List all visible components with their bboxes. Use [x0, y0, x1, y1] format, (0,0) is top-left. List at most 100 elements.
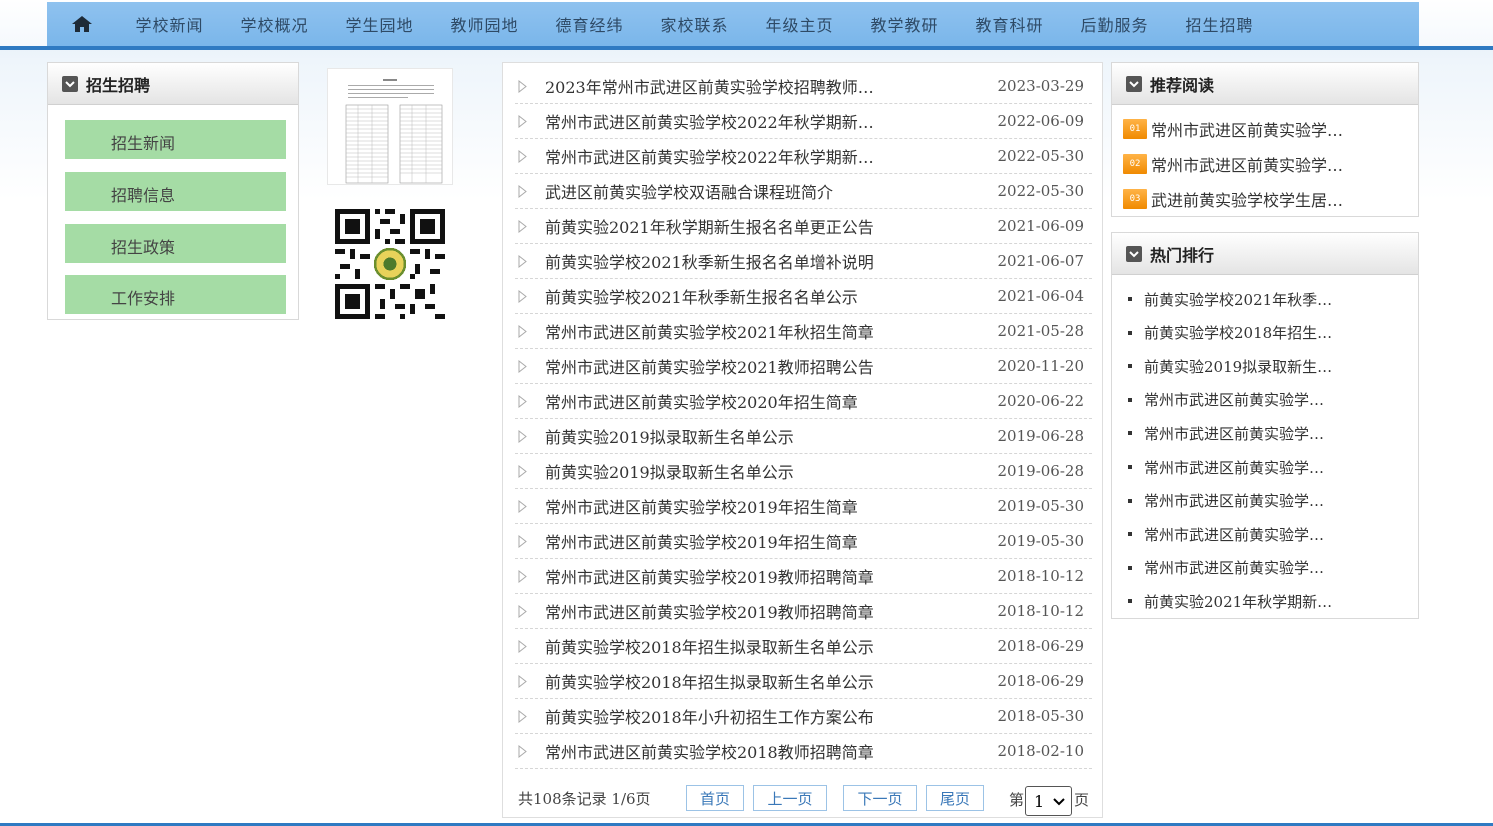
menu-item-recruitment-info[interactable]: 招聘信息	[65, 172, 286, 211]
article-row[interactable]: 前黄实验学校2021秋季新生报名名单增补说明 2021-06-07	[515, 244, 1092, 279]
article-title[interactable]: 前黄实验2019拟录取新生名单公示	[545, 424, 992, 448]
nav-item[interactable]: 学校概况	[222, 12, 327, 36]
bullet-icon	[1128, 565, 1132, 570]
article-date: 2022-05-30	[997, 182, 1084, 200]
hot-ranking-item[interactable]: 前黄实验学校2021年秋季…	[1128, 287, 1332, 311]
article-row[interactable]: 常州市武进区前黄实验学校2021教师招聘公告 2020-11-20	[515, 349, 1092, 384]
home-button[interactable]	[47, 2, 117, 46]
bullet-icon	[1128, 465, 1132, 469]
article-title[interactable]: 前黄实验学校2018年招生拟录取新生名单公示	[545, 669, 992, 693]
article-row[interactable]: 常州市武进区前黄实验学校2019年招生简章 2019-05-30	[515, 489, 1092, 524]
article-title[interactable]: 常州市武进区前黄实验学校2021年秋招生简章	[545, 319, 992, 343]
hot-ranking-item[interactable]: 常州市武进区前黄实验学…	[1128, 522, 1324, 546]
article-row[interactable]: 常州市武进区前黄实验学校2019教师招聘简章 2018-10-12	[515, 594, 1092, 629]
prev-page-button[interactable]: 上一页	[753, 785, 827, 811]
pagination-summary: 共108条记录 1/6页	[518, 789, 651, 808]
article-title[interactable]: 前黄实验2021年秋学期新生报名名单更正公告	[545, 214, 992, 238]
last-page-button[interactable]: 尾页	[926, 785, 984, 811]
article-row[interactable]: 常州市武进区前黄实验学校2022年秋学期新… 2022-06-09	[515, 104, 1092, 139]
menu-item-enrollment-policy[interactable]: 招生政策	[65, 224, 286, 263]
nav-item[interactable]: 教学教研	[852, 12, 957, 36]
checkbox-icon	[1126, 245, 1142, 262]
article-row[interactable]: 前黄实验学校2021年秋季新生报名名单公示 2021-06-04	[515, 279, 1092, 314]
menu-item-enrollment-news[interactable]: 招生新闻	[65, 120, 286, 159]
hot-ranking-text: 常州市武进区前黄实验学…	[1144, 492, 1325, 511]
rank-badge: 02	[1123, 154, 1147, 174]
article-title[interactable]: 前黄实验学校2021秋季新生报名名单增补说明	[545, 249, 992, 273]
hot-ranking-item[interactable]: 常州市武进区前黄实验学…	[1128, 388, 1324, 412]
triangle-right-icon	[515, 489, 545, 523]
triangle-right-icon	[515, 244, 545, 278]
article-title[interactable]: 前黄实验学校2021年秋季新生报名名单公示	[545, 284, 992, 308]
article-row[interactable]: 武进区前黄实验学校双语融合课程班简介 2022-05-30	[515, 174, 1092, 209]
document-thumbnail[interactable]	[327, 68, 453, 185]
recommend-item[interactable]: 02 常州市武进区前黄实验学…	[1123, 151, 1343, 177]
hot-ranking-item[interactable]: 常州市武进区前黄实验学…	[1128, 556, 1324, 580]
recommend-item[interactable]: 01 常州市武进区前黄实验学…	[1123, 116, 1343, 142]
rank-badge: 03	[1123, 189, 1147, 209]
menu-item-work-schedule[interactable]: 工作安排	[65, 275, 286, 314]
home-icon	[72, 16, 92, 32]
article-row[interactable]: 前黄实验学校2018年小升初招生工作方案公布 2018-05-30	[515, 699, 1092, 734]
article-title[interactable]: 常州市武进区前黄实验学校2021教师招聘公告	[545, 354, 992, 378]
article-date: 2021-06-04	[997, 287, 1084, 305]
article-title[interactable]: 常州市武进区前黄实验学校2018教师招聘简章	[545, 739, 992, 763]
article-row[interactable]: 前黄实验学校2018年招生拟录取新生名单公示 2018-06-29	[515, 629, 1092, 664]
page-select[interactable]: 1	[1025, 786, 1072, 816]
qr-code-image	[335, 209, 445, 319]
article-title[interactable]: 武进区前黄实验学校双语融合课程班简介	[545, 179, 992, 203]
checkbox-icon	[1126, 75, 1142, 92]
article-title[interactable]: 前黄实验学校2018年小升初招生工作方案公布	[545, 704, 992, 728]
triangle-right-icon	[515, 384, 545, 418]
nav-item[interactable]: 学校新闻	[117, 12, 222, 36]
article-row[interactable]: 2023年常州市武进区前黄实验学校招聘教师… 2023-03-29	[515, 69, 1092, 104]
article-title[interactable]: 常州市武进区前黄实验学校2019年招生简章	[545, 494, 992, 518]
hot-ranking-item[interactable]: 常州市武进区前黄实验学…	[1128, 455, 1324, 479]
checkbox-icon	[62, 75, 78, 92]
article-row[interactable]: 常州市武进区前黄实验学校2019年招生简章 2019-05-30	[515, 524, 1092, 559]
article-row[interactable]: 常州市武进区前黄实验学校2022年秋学期新… 2022-05-30	[515, 139, 1092, 174]
article-title[interactable]: 2023年常州市武进区前黄实验学校招聘教师…	[545, 74, 992, 98]
article-title[interactable]: 常州市武进区前黄实验学校2022年秋学期新…	[545, 144, 992, 168]
triangle-right-icon	[515, 174, 545, 208]
nav-item[interactable]: 年级主页	[747, 12, 852, 36]
nav-item[interactable]: 教育科研	[957, 12, 1062, 36]
article-row[interactable]: 前黄实验2019拟录取新生名单公示 2019-06-28	[515, 419, 1092, 454]
nav-item[interactable]: 学生园地	[327, 12, 432, 36]
article-row[interactable]: 常州市武进区前黄实验学校2021年秋招生简章 2021-05-28	[515, 314, 1092, 349]
article-title[interactable]: 常州市武进区前黄实验学校2019教师招聘简章	[545, 599, 992, 623]
triangle-right-icon	[515, 104, 545, 138]
nav-item[interactable]: 家校联系	[642, 12, 747, 36]
hot-ranking-item[interactable]: 常州市武进区前黄实验学…	[1128, 421, 1324, 445]
article-title[interactable]: 常州市武进区前黄实验学校2020年招生简章	[545, 389, 992, 413]
hot-ranking-item[interactable]: 前黄实验2021年秋学期新…	[1128, 589, 1332, 613]
article-row[interactable]: 常州市武进区前黄实验学校2019教师招聘简章 2018-10-12	[515, 559, 1092, 594]
nav-item[interactable]: 教师园地	[432, 12, 537, 36]
next-page-button[interactable]: 下一页	[843, 785, 917, 811]
hot-ranking-item[interactable]: 常州市武进区前黄实验学…	[1128, 489, 1324, 513]
bullet-icon	[1128, 532, 1132, 537]
page-prefix-label: 第	[1009, 791, 1025, 809]
nav-item[interactable]: 德育经纬	[537, 12, 642, 36]
first-page-button[interactable]: 首页	[686, 785, 744, 811]
article-row[interactable]: 常州市武进区前黄实验学校2018教师招聘简章 2018-02-10	[515, 734, 1092, 769]
triangle-right-icon	[515, 594, 545, 628]
article-date: 2018-06-29	[997, 637, 1084, 655]
article-row[interactable]: 前黄实验学校2018年招生拟录取新生名单公示 2018-06-29	[515, 664, 1092, 699]
nav-item[interactable]: 后勤服务	[1062, 12, 1167, 36]
hot-ranking-item[interactable]: 前黄实验2019拟录取新生…	[1128, 354, 1332, 378]
article-row[interactable]: 前黄实验2019拟录取新生名单公示 2019-06-28	[515, 454, 1092, 489]
article-row[interactable]: 前黄实验2021年秋学期新生报名名单更正公告 2021-06-09	[515, 209, 1092, 244]
recommend-item[interactable]: 03 武进前黄实验学校学生居…	[1123, 186, 1343, 212]
recommend-panel: 推荐阅读 01 常州市武进区前黄实验学… 02 常州市武进区前黄实验学… 03 …	[1111, 62, 1419, 217]
hot-ranking-item[interactable]: 前黄实验学校2018年招生…	[1128, 321, 1332, 345]
nav-item[interactable]: 招生招聘	[1167, 12, 1272, 36]
rank-badge: 01	[1123, 119, 1147, 139]
article-row[interactable]: 常州市武进区前黄实验学校2020年招生简章 2020-06-22	[515, 384, 1092, 419]
article-date: 2018-06-29	[997, 672, 1084, 690]
article-title[interactable]: 常州市武进区前黄实验学校2019教师招聘简章	[545, 564, 992, 588]
article-title[interactable]: 常州市武进区前黄实验学校2019年招生简章	[545, 529, 992, 553]
article-title[interactable]: 常州市武进区前黄实验学校2022年秋学期新…	[545, 109, 992, 133]
article-title[interactable]: 前黄实验学校2018年招生拟录取新生名单公示	[545, 634, 992, 658]
article-title[interactable]: 前黄实验2019拟录取新生名单公示	[545, 459, 992, 483]
